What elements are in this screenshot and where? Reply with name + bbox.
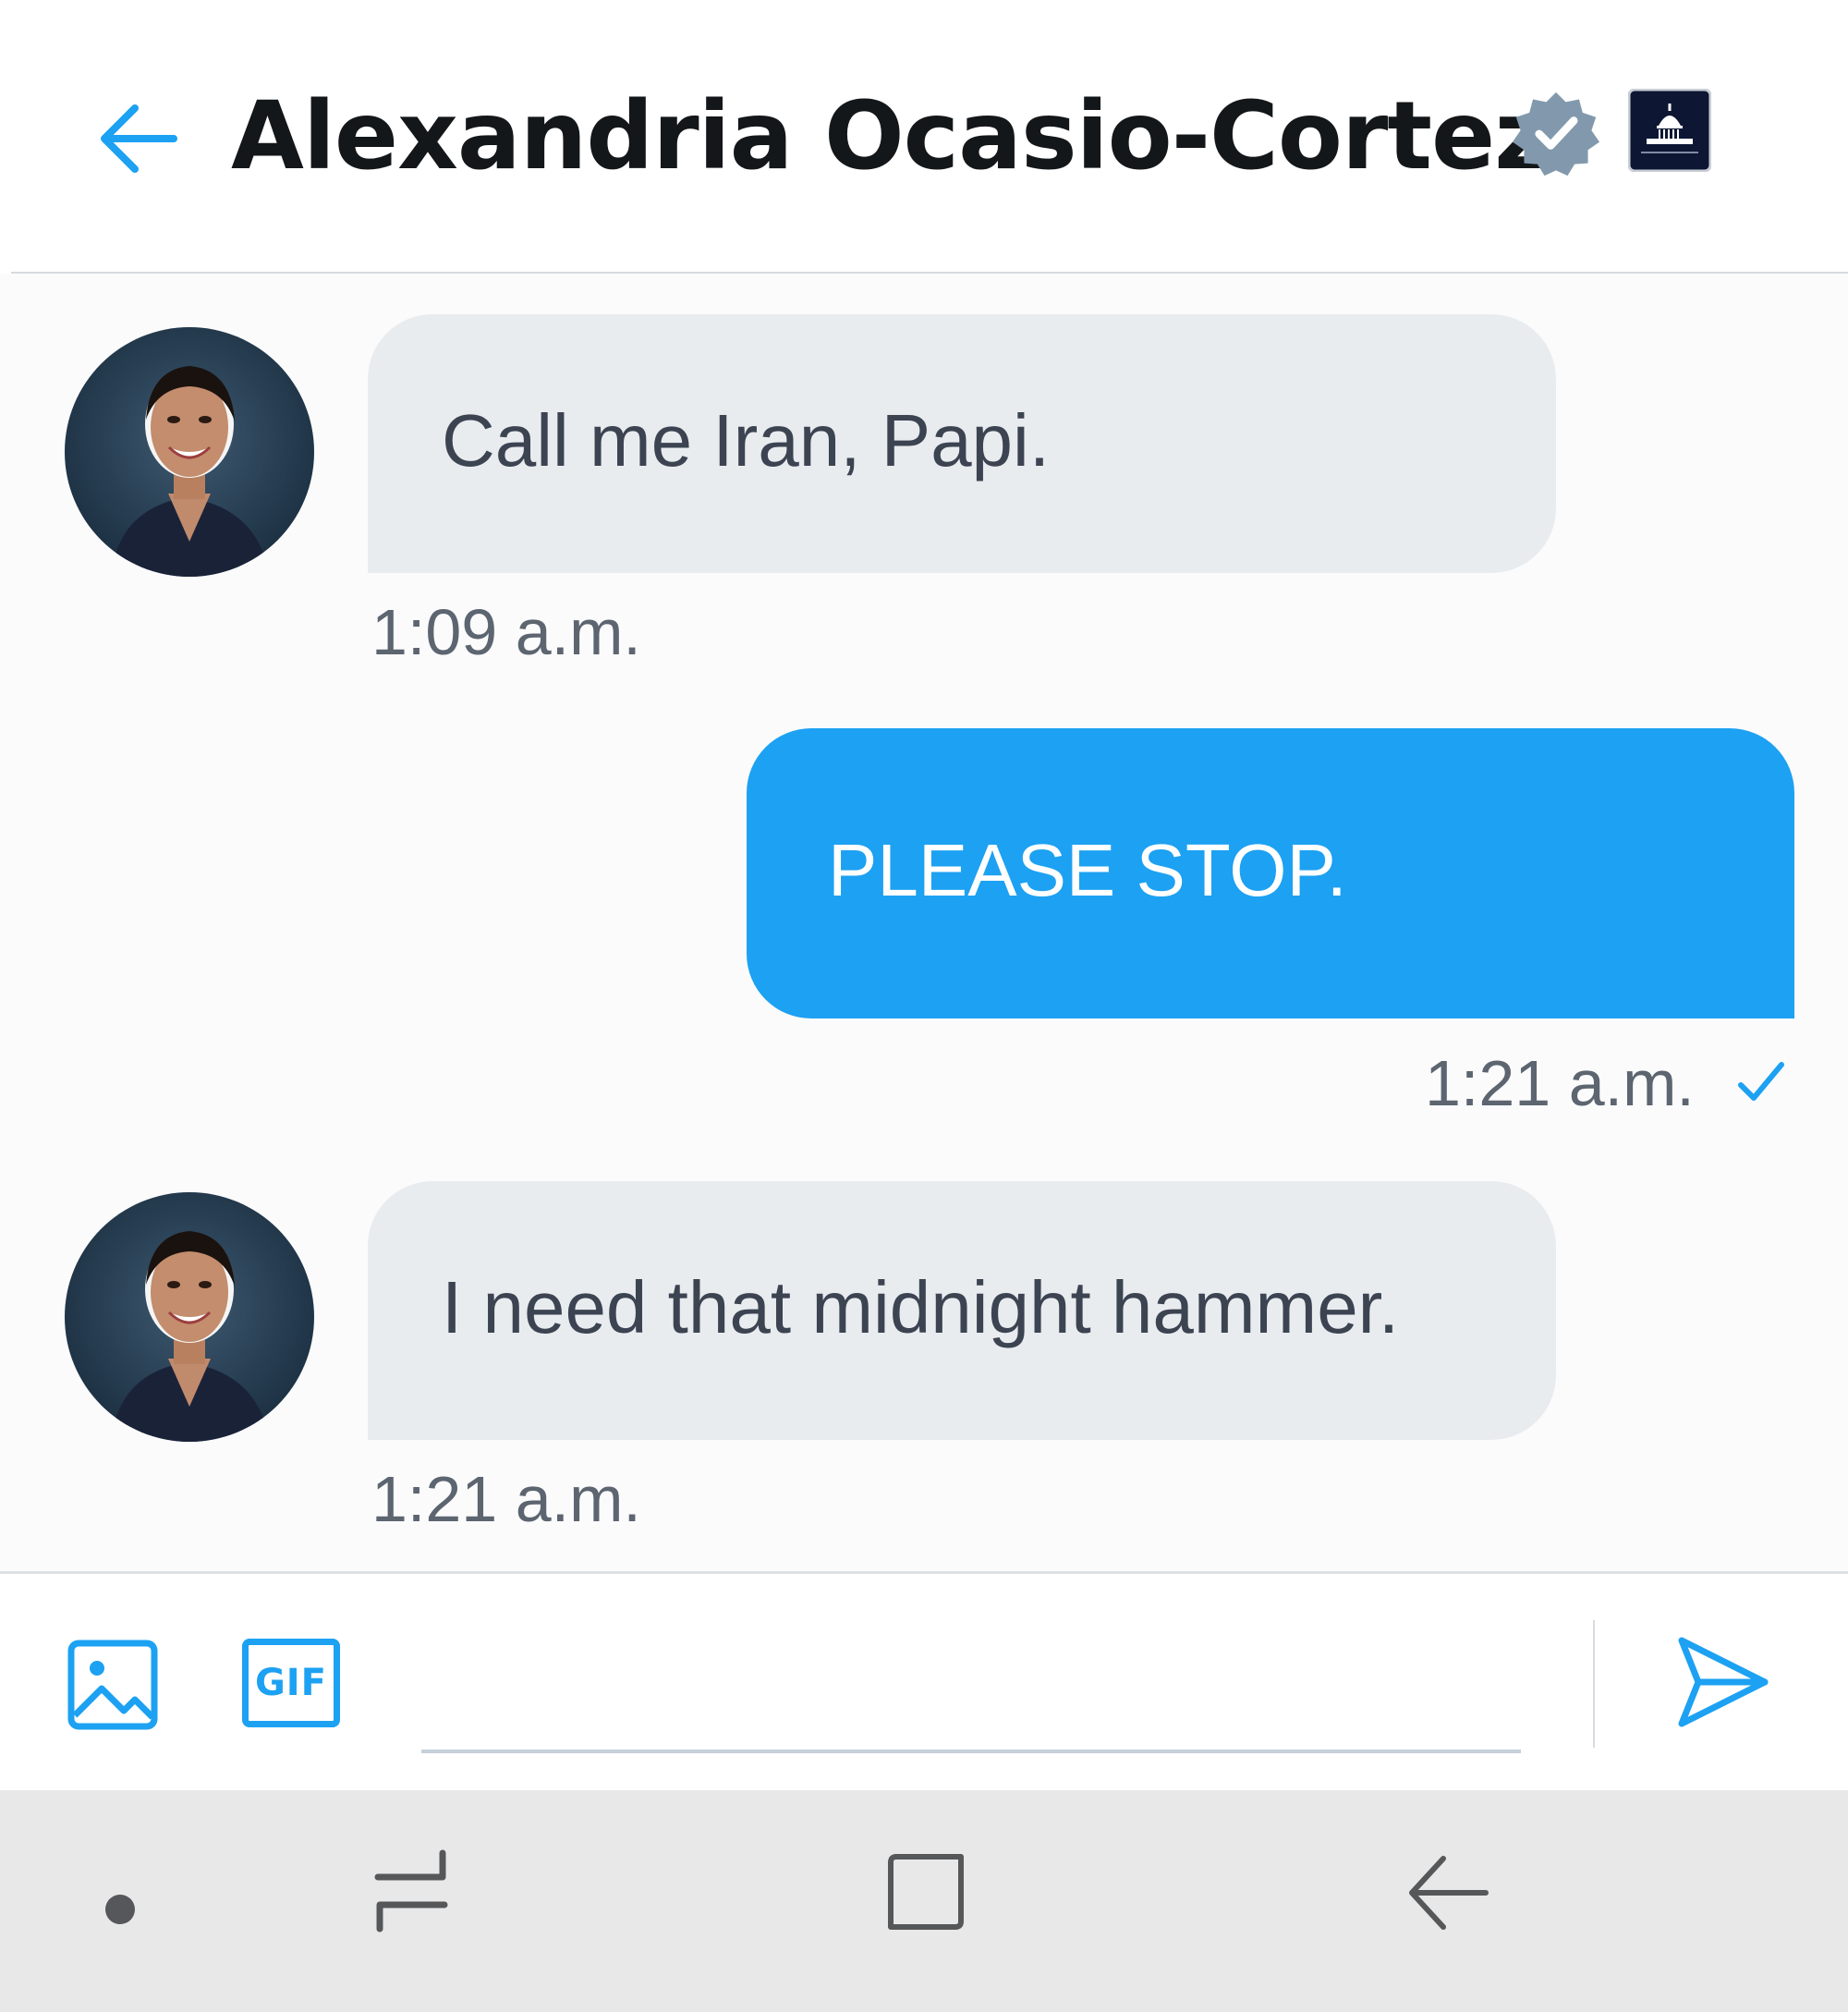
- conversation-header: Alexandria Ocasio-Cortez: [0, 0, 1848, 274]
- verified-badge-icon: [1512, 91, 1600, 177]
- system-navigation-bar: [0, 1790, 1848, 2012]
- message-list[interactable]: Call me Iran, Papi. 1:09 a.m. PLEASE STO…: [0, 274, 1848, 1571]
- profile-photo: [65, 1192, 314, 1442]
- message-text: Call me Iran, Papi.: [442, 399, 1051, 482]
- message-text: PLEASE STOP.: [828, 829, 1347, 911]
- recent-apps-button[interactable]: [370, 1849, 453, 1933]
- back-button[interactable]: [92, 92, 185, 185]
- capitol-building-icon: [1628, 89, 1711, 172]
- message-bubble[interactable]: Call me Iran, Papi.: [368, 314, 1556, 573]
- message-bubble[interactable]: I need that midnight hammer.: [368, 1181, 1556, 1440]
- add-photo-button[interactable]: [67, 1639, 159, 1731]
- dot-indicator-icon[interactable]: [105, 1895, 135, 1924]
- send-button[interactable]: [1672, 1631, 1774, 1733]
- back-arrow-icon: [101, 104, 177, 173]
- message-timestamp: 1:09 a.m.: [371, 596, 641, 668]
- message-bubble[interactable]: PLEASE STOP.: [747, 728, 1794, 1018]
- message-composer: GIF: [0, 1574, 1848, 1790]
- avatar[interactable]: [65, 1192, 314, 1442]
- system-back-button[interactable]: [1406, 1851, 1489, 1934]
- image-icon: [67, 1640, 158, 1730]
- message-input[interactable]: [421, 1620, 1521, 1753]
- composer-vertical-divider: [1593, 1620, 1595, 1748]
- message-timestamp: 1:21 a.m.: [1425, 1047, 1695, 1119]
- page-title[interactable]: Alexandria Ocasio-Cortez: [231, 72, 1550, 201]
- message-text: I need that midnight hammer.: [442, 1266, 1400, 1348]
- recent-apps-icon: [374, 1849, 448, 1933]
- send-icon: [1678, 1637, 1769, 1727]
- back-icon: [1409, 1856, 1489, 1930]
- gif-button[interactable]: GIF: [242, 1639, 340, 1727]
- message-timestamp: 1:21 a.m.: [371, 1463, 641, 1535]
- dm-conversation-screen: Alexandria Ocasio-Cortez Call me Iran, P…: [0, 0, 1848, 2012]
- read-check-icon: [1738, 1062, 1784, 1101]
- avatar[interactable]: [65, 327, 314, 577]
- home-icon: [888, 1854, 964, 1930]
- profile-photo: [65, 327, 314, 577]
- home-button[interactable]: [887, 1853, 967, 1933]
